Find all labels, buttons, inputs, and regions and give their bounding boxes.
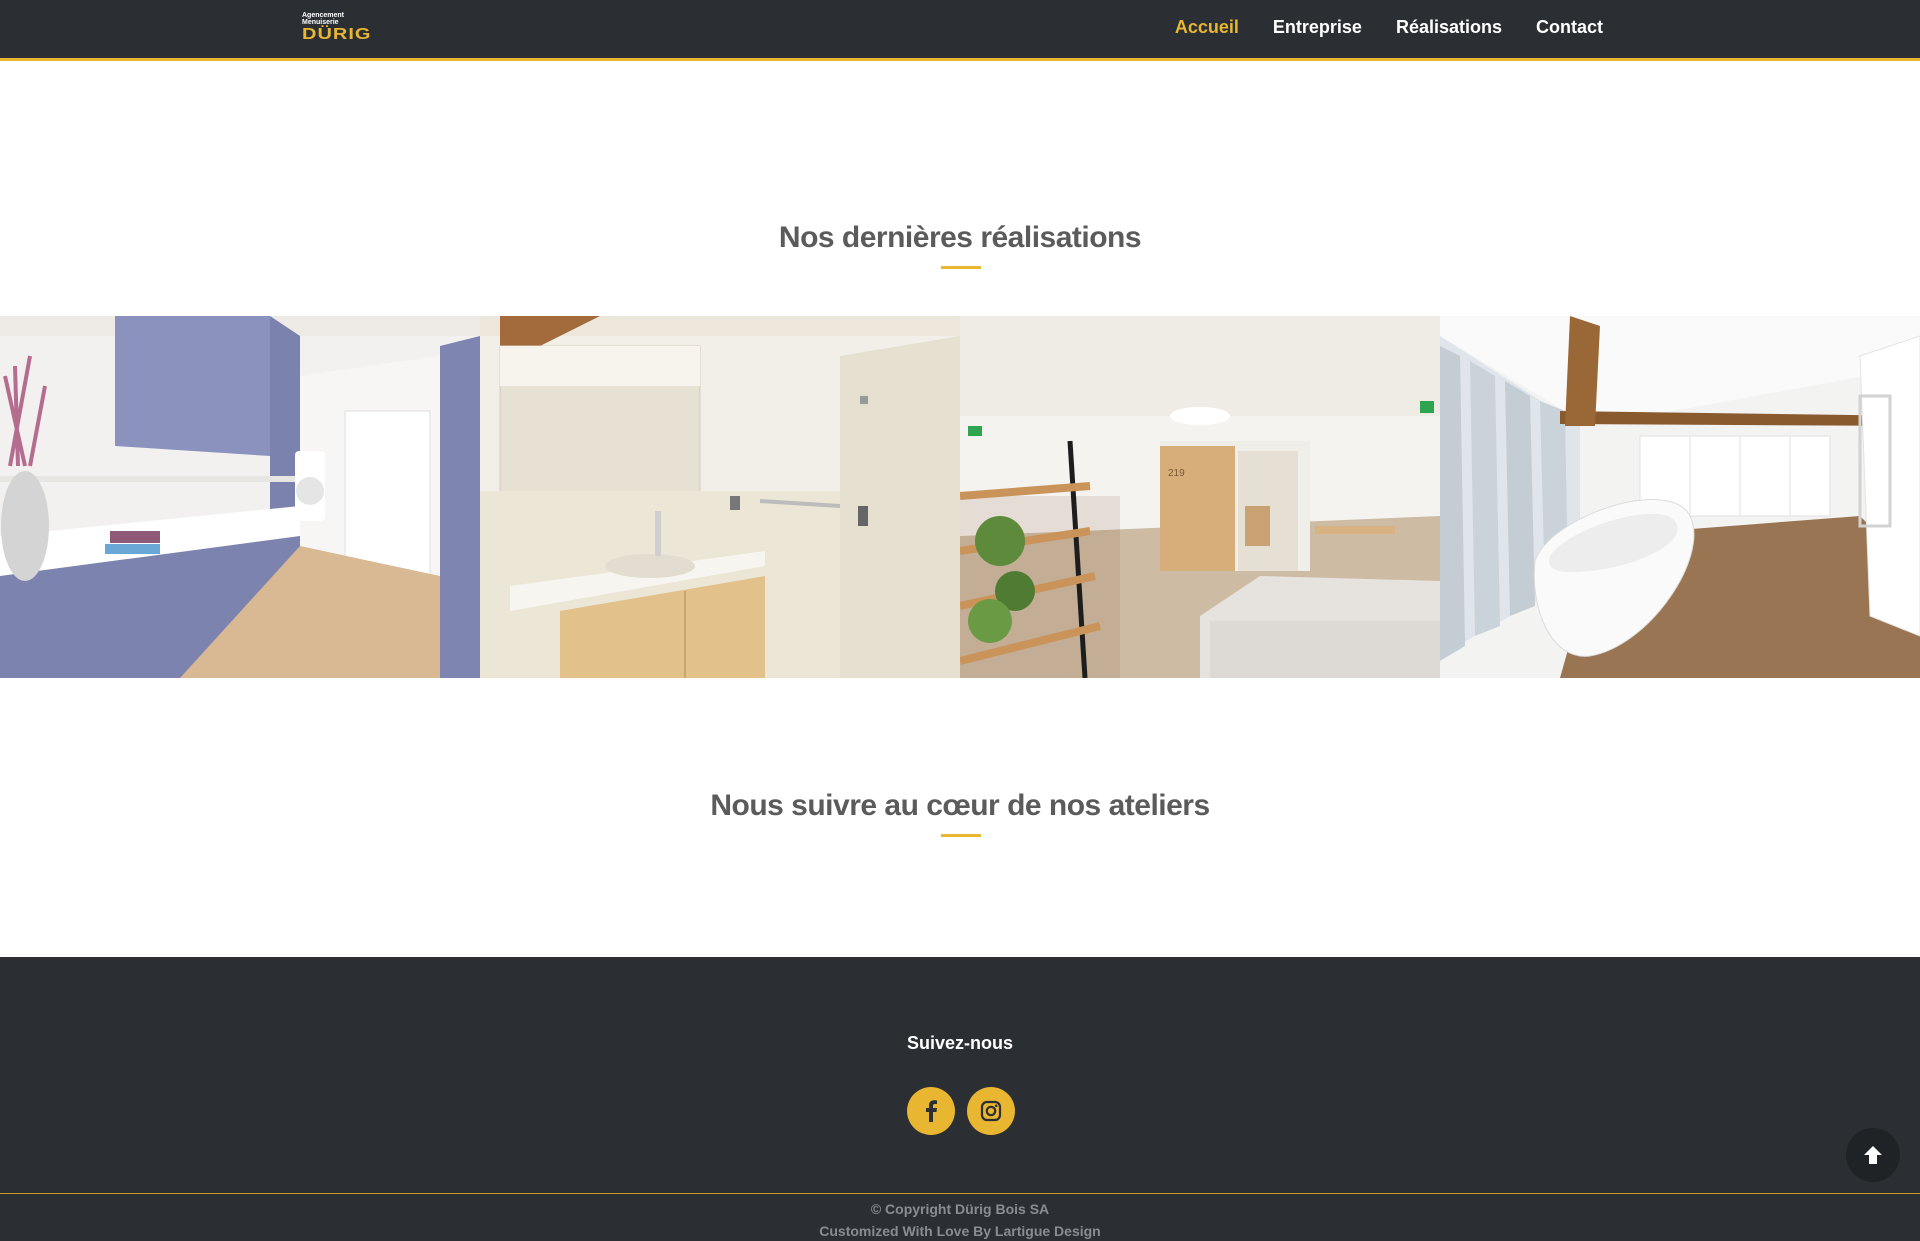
nav-item-realisations[interactable]: Réalisations	[1396, 16, 1502, 38]
main-nav: Accueil Entreprise Réalisations Contact	[1175, 16, 1603, 38]
title-underline	[941, 266, 981, 269]
footer-divider	[0, 1193, 1920, 1194]
gallery-image-hallway[interactable]: 219	[960, 316, 1440, 678]
svg-text:219: 219	[1168, 468, 1185, 479]
scroll-to-top-button[interactable]	[1846, 1128, 1900, 1182]
logo-wordmark: DÜRIG	[302, 25, 372, 43]
follow-us-label: Suivez-nous	[906, 1033, 1013, 1053]
site-header: Agencement Menuiserie DÜRIG Accueil Entr…	[0, 0, 1920, 61]
nav-item-accueil[interactable]: Accueil	[1175, 16, 1239, 38]
durig-logo[interactable]: Agencement Menuiserie DÜRIG	[302, 12, 382, 46]
facebook-icon	[926, 1100, 937, 1122]
ateliers-title: Nous suivre au cœur de nos ateliers	[710, 789, 1210, 822]
site-footer: Suivez-nous © Copyright Dürig Bois SA Cu…	[0, 957, 1920, 1241]
realisations-title: Nos dernières réalisations	[778, 221, 1142, 254]
realisations-gallery: 219	[0, 316, 1920, 678]
logo-tagline: Agencement Menuiserie	[302, 12, 345, 26]
title-underline	[941, 834, 981, 837]
facebook-button[interactable]	[907, 1087, 955, 1135]
credit-text[interactable]: Customized With Love By Lartigue Design	[0, 1223, 1920, 1239]
gallery-image-bathroom-vanity[interactable]	[480, 316, 960, 678]
copyright-text: © Copyright Dürig Bois SA	[870, 1201, 1050, 1217]
nav-item-entreprise[interactable]: Entreprise	[1273, 16, 1362, 38]
gallery-image-attic-bathtub[interactable]	[1440, 316, 1920, 678]
nav-item-contact[interactable]: Contact	[1536, 16, 1603, 38]
gallery-image-kitchen[interactable]	[0, 316, 480, 678]
instagram-icon	[980, 1100, 1002, 1122]
arrow-up-icon	[1864, 1146, 1882, 1164]
instagram-button[interactable]	[967, 1087, 1015, 1135]
